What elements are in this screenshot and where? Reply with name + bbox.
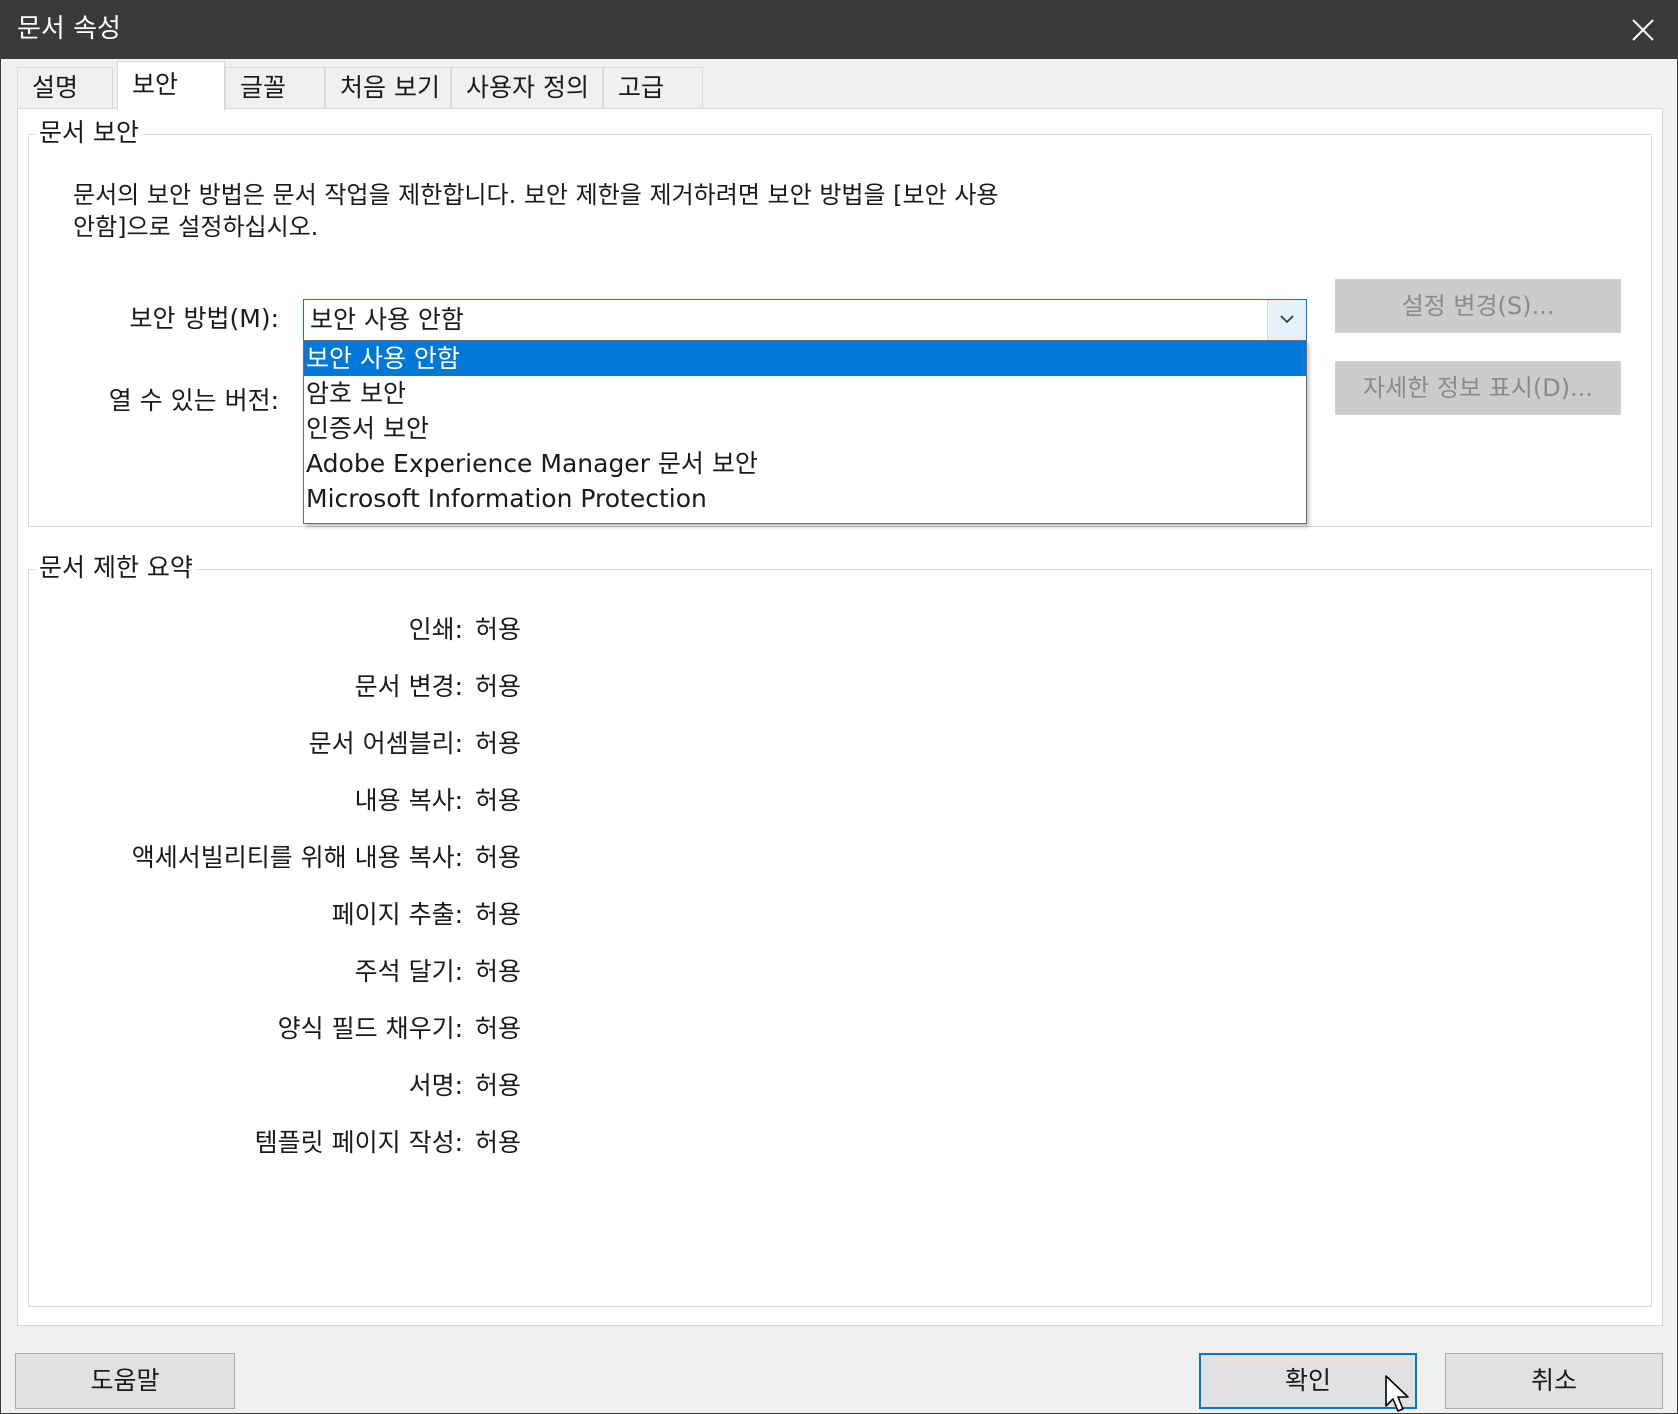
tab-advanced[interactable]: 고급 xyxy=(603,67,703,109)
document-security-title: 문서 보안 xyxy=(35,117,143,149)
tab-label: 사용자 정의 xyxy=(466,73,589,102)
dropdown-arrow-button[interactable] xyxy=(1267,300,1306,340)
tab-label: 글꼴 xyxy=(240,73,287,102)
tab-label: 고급 xyxy=(618,73,665,102)
summary-value: 허용 xyxy=(475,1014,522,1043)
title-bar: 문서 속성 xyxy=(1,1,1678,59)
summary-row-template-pages: 템플릿 페이지 작성: 허용 xyxy=(29,1123,629,1163)
option-certificate-security[interactable]: 인증서 보안 xyxy=(304,411,1306,446)
summary-label: 인쇄: xyxy=(408,615,463,644)
help-button[interactable]: 도움말 xyxy=(15,1353,235,1409)
close-button[interactable] xyxy=(1607,1,1678,59)
document-properties-dialog: 문서 속성 설명 보안 글꼴 처음 보기 사용자 정의 고급 문서 보안 문서의… xyxy=(0,0,1678,1414)
summary-value: 허용 xyxy=(475,843,522,872)
summary-value: 허용 xyxy=(475,672,522,701)
change-settings-button[interactable]: 설정 변경(S)... xyxy=(1335,279,1621,333)
tab-label: 처음 보기 xyxy=(340,73,440,102)
cancel-button[interactable]: 취소 xyxy=(1445,1353,1663,1409)
summary-label: 내용 복사: xyxy=(354,786,463,815)
summary-label: 주석 달기: xyxy=(354,957,463,986)
option-adobe-experience-manager-security[interactable]: Adobe Experience Manager 문서 보안 xyxy=(304,446,1306,481)
summary-value: 허용 xyxy=(475,900,522,929)
summary-value: 허용 xyxy=(475,615,522,644)
option-no-security[interactable]: 보안 사용 안함 xyxy=(304,341,1306,376)
tab-security[interactable]: 보안 xyxy=(117,61,225,111)
summary-label: 액세서빌리티를 위해 내용 복사: xyxy=(131,843,463,872)
summary-value: 허용 xyxy=(475,729,522,758)
summary-label: 양식 필드 채우기: xyxy=(277,1014,463,1043)
summary-row-signing: 서명: 허용 xyxy=(29,1066,629,1106)
restriction-summary-title: 문서 제한 요약 xyxy=(35,552,197,584)
summary-value: 허용 xyxy=(475,786,522,815)
tab-custom[interactable]: 사용자 정의 xyxy=(451,67,603,109)
summary-value: 허용 xyxy=(475,957,522,986)
security-tab-panel: 문서 보안 문서의 보안 방법은 문서 작업을 제한합니다. 보안 제한을 제거… xyxy=(17,108,1663,1326)
tab-label: 설명 xyxy=(32,73,79,102)
chevron-down-icon xyxy=(1280,315,1294,324)
close-icon xyxy=(1632,19,1654,41)
tab-description[interactable]: 설명 xyxy=(17,67,113,109)
summary-row-document-changes: 문서 변경: 허용 xyxy=(29,667,629,707)
summary-row-commenting: 주석 달기: 허용 xyxy=(29,952,629,992)
summary-row-printing: 인쇄: 허용 xyxy=(29,610,629,650)
summary-row-content-copying: 내용 복사: 허용 xyxy=(29,781,629,821)
summary-row-page-extraction: 페이지 추출: 허용 xyxy=(29,895,629,935)
tab-initial-view[interactable]: 처음 보기 xyxy=(325,67,451,109)
security-method-dropdown-list: 보안 사용 안함 암호 보안 인증서 보안 Adobe Experience M… xyxy=(303,340,1307,524)
summary-label: 템플릿 페이지 작성: xyxy=(254,1128,463,1157)
option-microsoft-information-protection[interactable]: Microsoft Information Protection xyxy=(304,481,1306,516)
show-details-button[interactable]: 자세한 정보 표시(D)... xyxy=(1335,361,1621,415)
tab-fonts[interactable]: 글꼴 xyxy=(225,67,325,109)
summary-label: 서명: xyxy=(408,1071,463,1100)
security-method-value: 보안 사용 안함 xyxy=(310,305,464,334)
dialog-title: 문서 속성 xyxy=(17,14,121,44)
openable-version-label: 열 수 있는 버전: xyxy=(108,386,279,415)
tab-label: 보안 xyxy=(132,70,179,99)
security-description: 문서의 보안 방법은 문서 작업을 제한합니다. 보안 제한을 제거하려면 보안… xyxy=(73,181,999,241)
summary-row-accessibility-copying: 액세서빌리티를 위해 내용 복사: 허용 xyxy=(29,838,629,878)
document-security-group: 문서 보안 문서의 보안 방법은 문서 작업을 제한합니다. 보안 제한을 제거… xyxy=(28,117,1652,527)
security-method-label: 보안 방법(M): xyxy=(129,304,279,333)
summary-label: 페이지 추출: xyxy=(331,900,463,929)
summary-label: 문서 어셈블리: xyxy=(308,729,463,758)
option-password-security[interactable]: 암호 보안 xyxy=(304,376,1306,411)
summary-row-document-assembly: 문서 어셈블리: 허용 xyxy=(29,724,629,764)
summary-value: 허용 xyxy=(475,1071,522,1100)
restriction-summary-group: 문서 제한 요약 인쇄: 허용 문서 변경: 허용 문서 어셈블리: 허용 내용… xyxy=(28,552,1652,1307)
security-method-select[interactable]: 보안 사용 안함 xyxy=(303,299,1307,341)
summary-label: 문서 변경: xyxy=(354,672,463,701)
summary-value: 허용 xyxy=(475,1128,522,1157)
mouse-pointer-icon xyxy=(1385,1375,1409,1412)
summary-row-form-filling: 양식 필드 채우기: 허용 xyxy=(29,1009,629,1049)
